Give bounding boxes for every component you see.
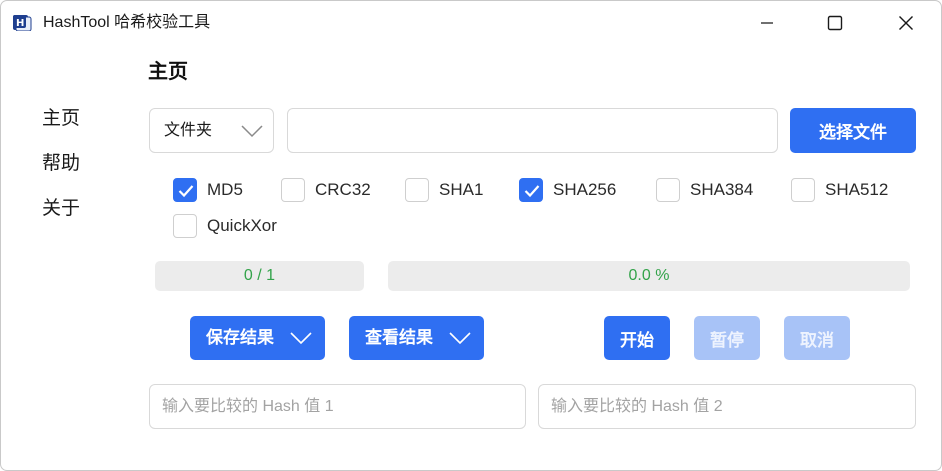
sidebar-item-about[interactable]: 关于 — [42, 197, 80, 221]
sidebar-item-home[interactable]: 主页 — [42, 107, 80, 131]
view-results-label: 查看结果 — [365, 328, 433, 347]
checkbox-label: QuickXor — [207, 216, 277, 235]
chevron-down-icon — [241, 123, 263, 144]
path-input[interactable] — [287, 108, 778, 153]
chevron-down-icon — [449, 330, 471, 351]
checkbox-label: SHA384 — [690, 180, 754, 199]
minimize-button[interactable] — [744, 1, 790, 45]
title-bar[interactable]: H HashTool 哈希校验工具 — [1, 1, 941, 45]
source-type-value: 文件夹 — [164, 122, 213, 139]
percent-progress-text: 0.0 % — [628, 267, 670, 284]
hash-compare-input-2[interactable] — [538, 384, 916, 429]
checkbox-label: SHA256 — [553, 180, 617, 199]
sidebar-item-help[interactable]: 帮助 — [42, 152, 80, 176]
pause-button[interactable]: 暂停 — [694, 316, 760, 360]
close-icon — [898, 15, 914, 31]
file-count-progress: 0 / 1 — [155, 261, 364, 291]
file-count-progress-text: 0 / 1 — [243, 267, 276, 284]
app-window: H HashTool 哈希校验工具 主页 帮助 关于 主页 文件夹 选择文件 M… — [0, 0, 942, 471]
save-results-label: 保存结果 — [206, 328, 274, 347]
checkbox-label: MD5 — [207, 180, 243, 199]
maximize-icon — [827, 15, 843, 31]
checkbox-label: CRC32 — [315, 180, 371, 199]
percent-progress: 0.0 % — [388, 261, 910, 291]
checkbox-label: SHA512 — [825, 180, 889, 199]
chevron-down-icon — [290, 330, 312, 351]
view-results-button[interactable]: 查看结果 — [349, 316, 484, 360]
minimize-icon — [759, 15, 775, 31]
window-title: HashTool 哈希校验工具 — [43, 14, 211, 31]
save-results-button[interactable]: 保存结果 — [190, 316, 325, 360]
source-type-select[interactable]: 文件夹 — [149, 108, 274, 153]
hash-compare-input-1[interactable] — [149, 384, 526, 429]
svg-text:H: H — [16, 18, 24, 29]
close-button[interactable] — [883, 1, 929, 45]
checkbox-label: SHA1 — [439, 180, 484, 199]
choose-file-button[interactable]: 选择文件 — [790, 108, 916, 153]
page-title: 主页 — [148, 61, 188, 83]
cancel-button[interactable]: 取消 — [784, 316, 850, 360]
hashtool-app-icon: H — [13, 15, 32, 32]
maximize-button[interactable] — [812, 1, 858, 45]
start-button[interactable]: 开始 — [604, 316, 670, 360]
